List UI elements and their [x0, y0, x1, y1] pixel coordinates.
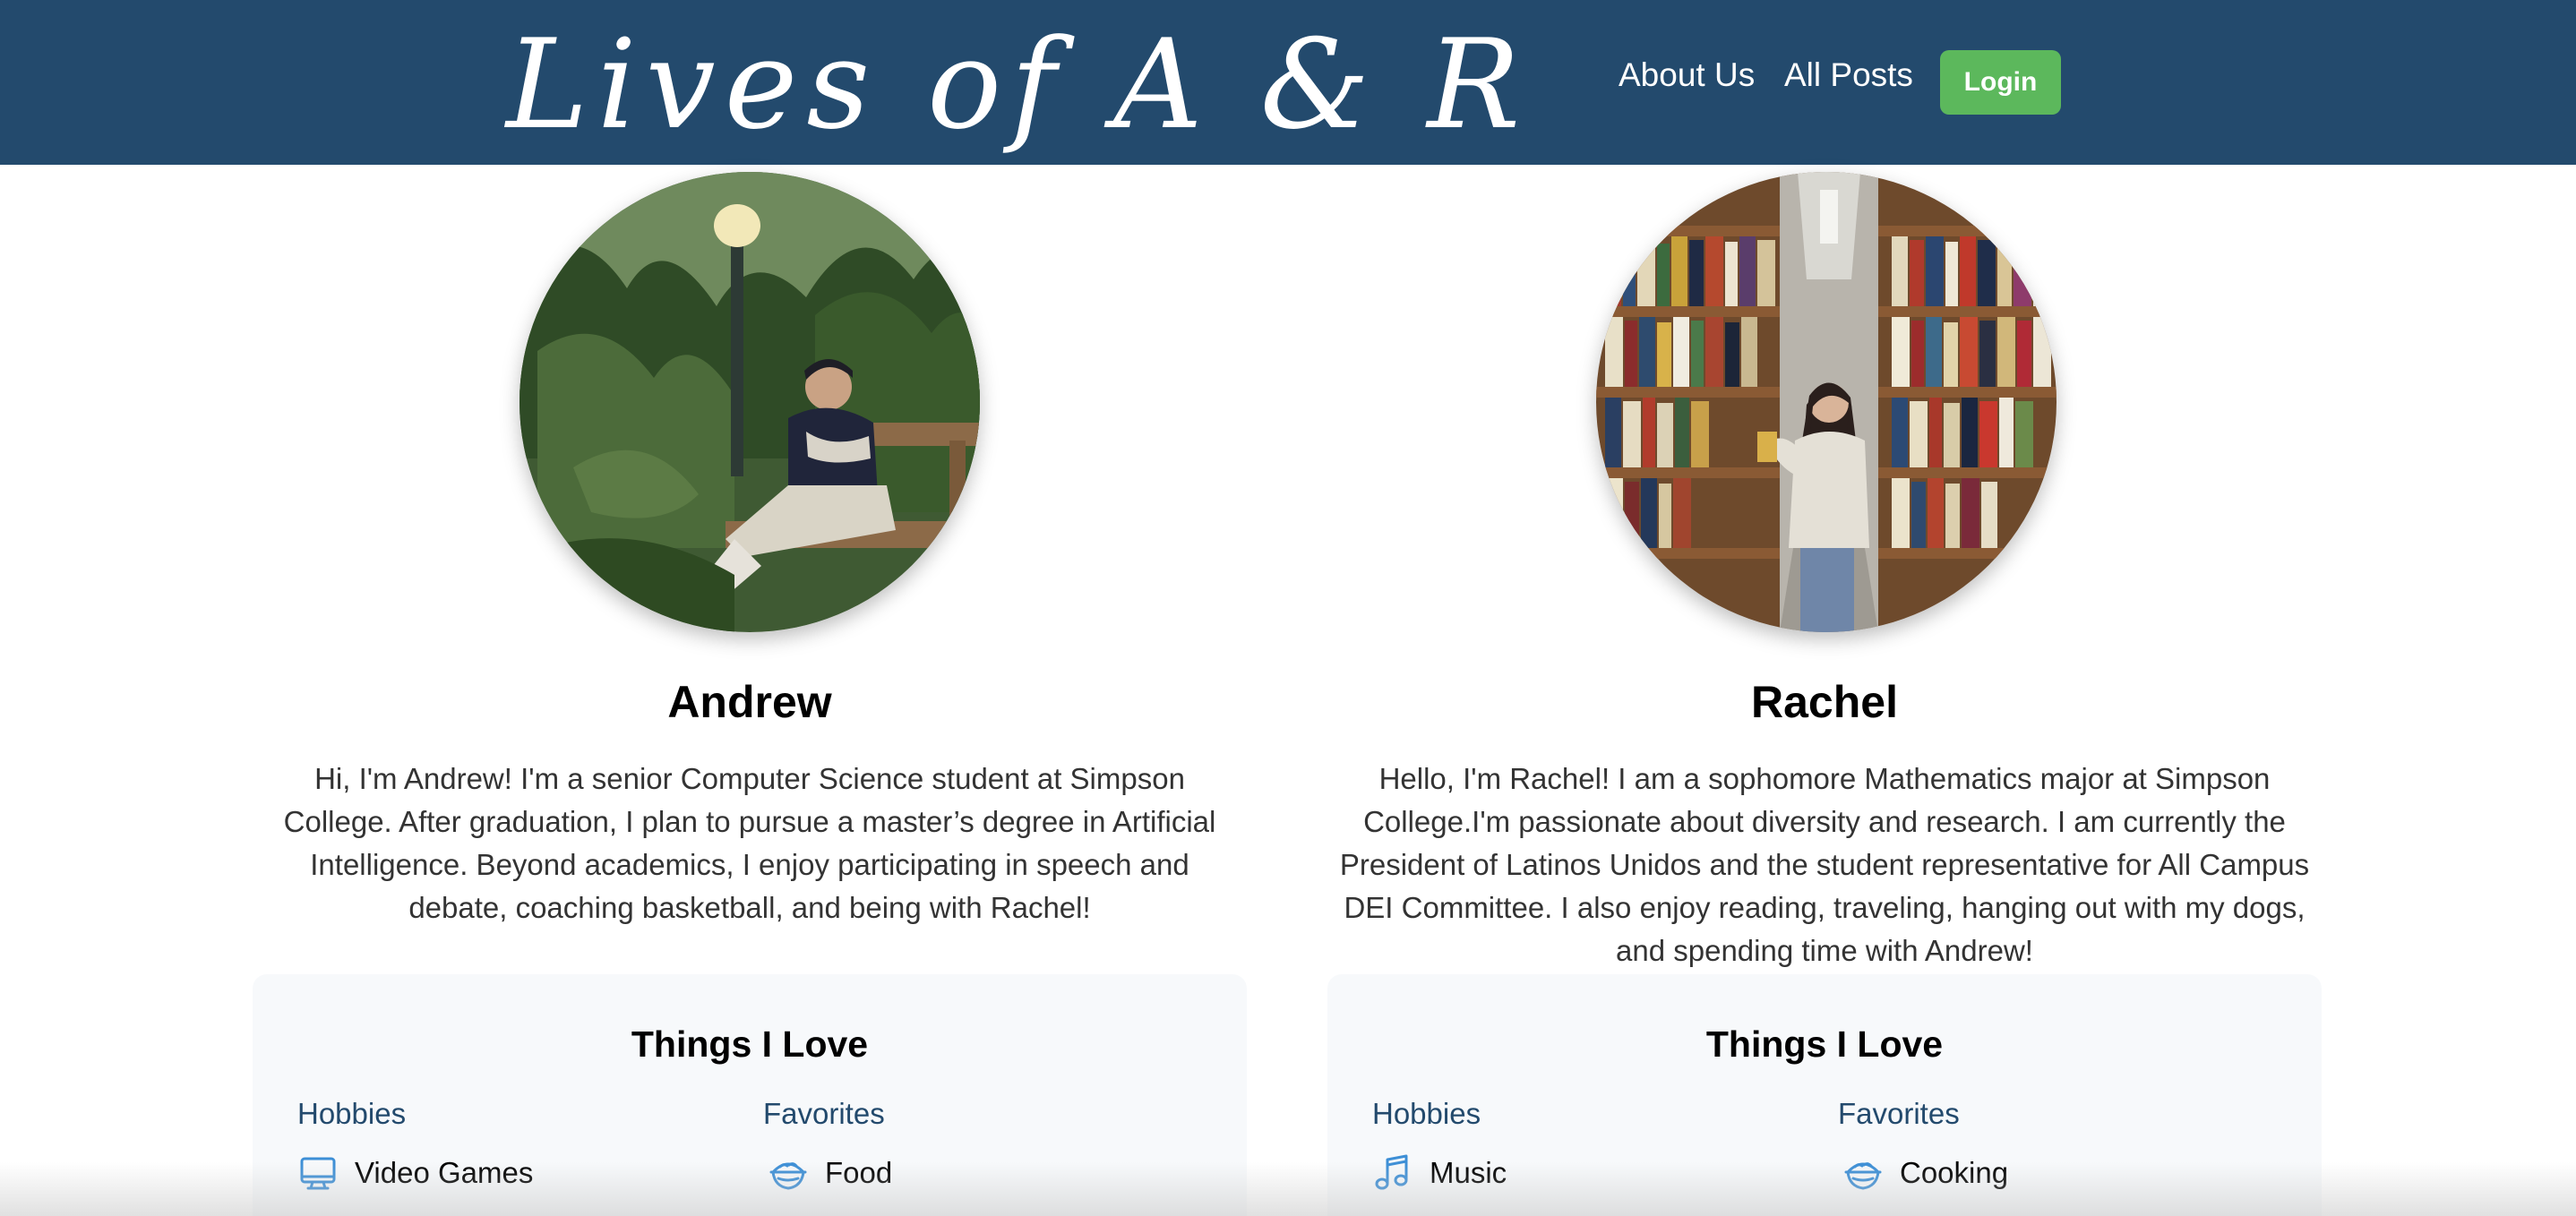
favorite-item: Food — [768, 1150, 892, 1196]
hobbies-heading: Hobbies — [1372, 1097, 1481, 1130]
things-i-love-title: Things I Love — [631, 1023, 869, 1065]
favorite-label: Food — [825, 1156, 893, 1189]
nav-all-posts[interactable]: All Posts — [1784, 52, 1913, 98]
music-note-icon — [1372, 1152, 1413, 1194]
things-i-love-card: Things I Love Hobbies Favorites Music Co… — [1327, 974, 2322, 1216]
hobbies-heading: Hobbies — [297, 1097, 407, 1130]
site-logo[interactable]: Lives of A & R — [506, 9, 1529, 161]
food-bowl-icon — [1842, 1152, 1884, 1194]
hobby-item: Video Games — [297, 1150, 533, 1196]
monitor-icon — [297, 1152, 339, 1194]
favorite-item: Cooking — [1842, 1150, 2008, 1196]
profile-bio: Hi, I'm Andrew! I'm a senior Computer Sc… — [283, 762, 1216, 924]
things-i-love-card: Things I Love Hobbies Favorites Video Ga… — [253, 974, 1247, 1216]
rachel-photo — [1596, 172, 2057, 632]
hobby-item: Music — [1372, 1150, 1507, 1196]
andrew-photo — [519, 172, 980, 632]
favorites-heading: Favorites — [1838, 1097, 1960, 1130]
profile-bio: Hello, I'm Rachel! I am a sophomore Math… — [1339, 762, 2310, 967]
favorite-label: Cooking — [1900, 1156, 2009, 1189]
profile-name: Rachel — [1751, 677, 1898, 727]
profile-name: Andrew — [667, 677, 832, 727]
login-button[interactable]: Login — [1940, 50, 2061, 115]
hobby-label: Video Games — [355, 1156, 534, 1189]
hobby-label: Music — [1430, 1156, 1507, 1189]
favorites-heading: Favorites — [763, 1097, 885, 1130]
site-header: Lives of A & R About Us All Posts Login — [0, 0, 2576, 165]
things-i-love-title: Things I Love — [1705, 1023, 1944, 1065]
food-bowl-icon — [768, 1152, 809, 1194]
nav-about-us[interactable]: About Us — [1619, 52, 1755, 98]
